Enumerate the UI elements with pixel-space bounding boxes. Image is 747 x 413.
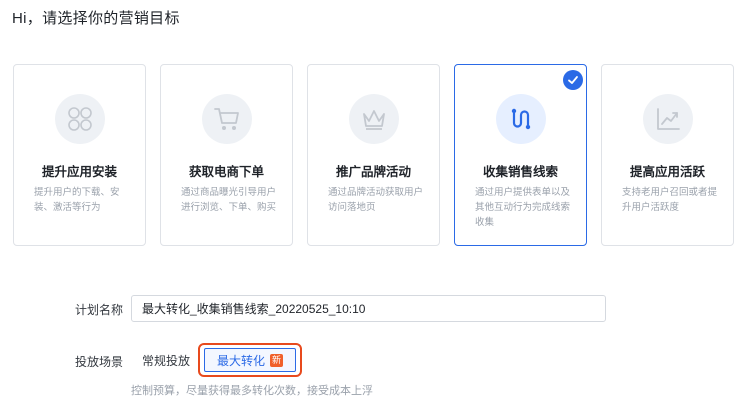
scene-option-max-conversion[interactable]: 最大转化 新 [204, 348, 296, 372]
funnel-path-icon [496, 94, 546, 144]
scene-hint-text: 控制预算，尽量获得最多转化次数，接受成本上浮 [131, 385, 373, 397]
crown-icon [349, 94, 399, 144]
plan-name-input[interactable] [131, 295, 606, 322]
goal-card-list: 提升应用安装 提升用户的下载、安装、激活等行为 获取电商下单 通过商品曝光引导用… [13, 64, 735, 246]
goal-card-desc: 通过品牌活动获取用户访问落地页 [328, 187, 424, 213]
scene-label: 投放场景 [75, 355, 124, 369]
goal-card-title: 提高应用活跃 [629, 165, 705, 179]
goal-card-title: 获取电商下单 [188, 165, 264, 179]
goal-card-desc: 通过商品曝光引导用户进行浏览、下单、购买 [181, 187, 277, 213]
goal-card-desc: 通过用户提供表单以及其他互动行为完成线索收集 [475, 187, 571, 228]
goal-card-brand[interactable]: 推广品牌活动 通过品牌活动获取用户访问落地页 [307, 64, 440, 246]
goal-card-activity[interactable]: 提高应用活跃 支持老用户召回或者提升用户活跃度 [601, 64, 734, 246]
goal-card-desc: 提升用户的下载、安装、激活等行为 [34, 187, 120, 213]
goal-card-ecommerce[interactable]: 获取电商下单 通过商品曝光引导用户进行浏览、下单、购买 [160, 64, 293, 246]
goal-card-desc: 支持老用户召回或者提升用户活跃度 [622, 187, 718, 213]
goal-card-title: 推广品牌活动 [335, 165, 411, 179]
page-heading: Hi，请选择你的营销目标 [12, 10, 180, 27]
app-grid-icon [55, 94, 105, 144]
trend-chart-icon [643, 94, 693, 144]
scene-option-normal[interactable]: 常规投放 [131, 347, 201, 373]
check-icon [563, 70, 583, 90]
goal-card-title: 提升应用安装 [41, 165, 117, 179]
goal-card-app-install[interactable]: 提升应用安装 提升用户的下载、安装、激活等行为 [13, 64, 146, 246]
goal-card-leads[interactable]: 收集销售线索 通过用户提供表单以及其他互动行为完成线索收集 [454, 64, 587, 246]
new-badge: 新 [270, 353, 284, 367]
scene-option-label: 最大转化 [216, 353, 265, 368]
goal-card-title: 收集销售线索 [482, 165, 558, 179]
plan-name-label: 计划名称 [75, 303, 124, 317]
shopping-cart-icon [202, 94, 252, 144]
